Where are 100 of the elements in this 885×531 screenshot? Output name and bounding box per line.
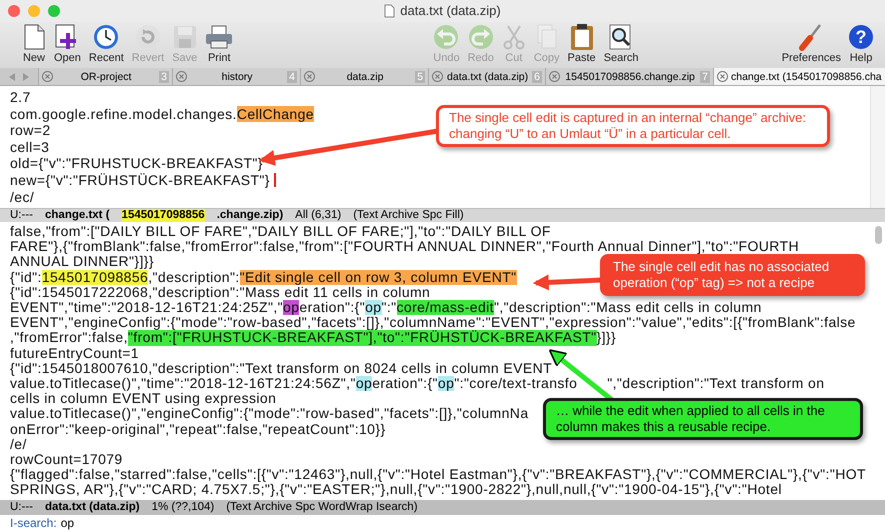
highlighted-text: op <box>438 376 454 392</box>
code-text: {"id":1545018007610,"description":"Text transform on 8024 cells in column EVENT <box>10 360 552 376</box>
highlighted-text: 1545017098856 <box>42 270 148 285</box>
close-icon[interactable] <box>176 71 187 82</box>
code-text: ","description":"Text transform on <box>607 375 824 392</box>
code-text: {"id":1545017222068,"description":"Mass edit 11 cells in column <box>10 284 430 300</box>
close-icon[interactable] <box>304 71 315 82</box>
tab-label[interactable]: OR-project <box>56 70 156 82</box>
highlighted-text: op <box>356 376 372 392</box>
highlighted-text: op <box>365 300 382 316</box>
code-text: /ec/ <box>10 188 34 205</box>
toolbar-button[interactable]: Open <box>50 22 85 64</box>
scrollbar-thumb[interactable] <box>875 226 882 244</box>
tab-number: 7 <box>700 70 710 82</box>
isearch-input[interactable]: op <box>60 515 74 531</box>
close-icon[interactable] <box>42 71 53 82</box>
scrollbar-track[interactable] <box>870 86 885 208</box>
code-text: ,"fromError":false, <box>10 329 128 346</box>
help-icon: ? <box>849 25 873 49</box>
tab-number: 5 <box>415 70 425 82</box>
toolbar-button[interactable]: Search <box>600 22 643 64</box>
tab-label[interactable]: 1545017098856.change.zip <box>563 70 698 82</box>
code-text: 2.7 <box>10 89 31 105</box>
code-text: com.google.refine.model.changes. <box>10 106 237 122</box>
tab-label[interactable]: data.txt (data.zip) <box>446 70 530 82</box>
code-text: ":"core/text-transfo <box>454 375 578 392</box>
code-text: eration":{" <box>372 375 438 392</box>
toolbar-button[interactable]: New <box>18 22 50 64</box>
tab[interactable]: data.zip 5 <box>300 68 428 85</box>
toolbar-button[interactable]: ? Help <box>845 22 877 64</box>
mode-line-text: change.txt ( <box>45 209 110 222</box>
close-icon[interactable] <box>717 71 728 82</box>
code-text: ,"description": <box>148 268 240 285</box>
mode-line-text: U:--- <box>10 209 33 222</box>
highlighted-text: op <box>283 300 300 316</box>
code-text: onError":"keep-original","repeat":false,"repeatCount":10}} <box>10 420 386 437</box>
code-text: ":" <box>382 299 397 316</box>
code-text: old={"v":"FRUHSTUCK-BREAKFAST"} <box>10 155 263 172</box>
tab[interactable]: OR-project 3 <box>38 68 172 85</box>
tab[interactable]: data.txt (data.zip) 6 <box>428 68 545 85</box>
mode-line-text: 1545017098856 <box>122 209 205 222</box>
highlighted-text: core/mass-edit <box>396 300 494 316</box>
clock-icon <box>93 24 120 50</box>
code-text: EVENT","time":"2018-12-16T21:24:25Z"," <box>10 299 284 316</box>
tab[interactable]: change.txt (1545017098856.cha <box>713 68 885 85</box>
mode-line-text: All (6,31) <box>295 209 342 222</box>
code-text: value.toTitlecase()","engineConfig":{"mode":"row-based","facets":[]},"columnNa <box>10 405 528 422</box>
code-text: FARE"},{"fromBlank":false,"fromError":false,"from":["FOURTH ANNUAL DINNER","Fourth Annual Dinner"],"to":"FOURTH <box>10 238 800 254</box>
mode-line-text: U:--- <box>10 501 33 515</box>
document-icon <box>384 4 396 18</box>
highlighted-text: "from":["FRUHSTUCK-BREAKFAST"],"to":"FRÜHSTÜCK-BREAKFAST" <box>128 330 597 346</box>
code-text: new={"v":"FRÜHSTÜCK-BREAKFAST"} <box>10 172 270 188</box>
mode-line-text: (Text Archive Spc WordWrap Isearch) <box>226 501 418 515</box>
toolbar-button[interactable]: Recent <box>84 22 128 64</box>
clipboard-icon <box>568 23 595 51</box>
code-text: SPRINGS, AR"},{"v":"CARD; 4.75X7.5;"},{"v":"EASTER;"},null,{"v":"1900-2822"},null,null,{"v":"1900-04-15"},{"v":"Hotel <box>10 481 782 498</box>
close-button[interactable] <box>8 5 20 17</box>
tab-label[interactable]: data.zip <box>318 70 412 82</box>
tab[interactable]: history 4 <box>172 68 300 85</box>
code-text: futureEntryCount=1 <box>10 344 139 361</box>
tab-number: 4 <box>287 70 297 82</box>
blank-page-icon <box>23 24 45 50</box>
callout-note: … while the edit when applied to all cells in the column makes this a reusable recipe. <box>543 398 863 440</box>
mode-line-text: .change.zip) <box>216 209 284 222</box>
code-text: value.toTitlecase()","time":"2018-12-16T21:24:56Z"," <box>10 375 356 392</box>
tab[interactable]: 1545017098856.change.zip 7 <box>545 68 713 85</box>
mode-line-text: data.txt (data.zip) <box>45 501 140 515</box>
highlighted-text: CellChange <box>236 106 314 122</box>
code-text: cell=3 <box>10 138 50 155</box>
close-icon[interactable] <box>432 71 443 82</box>
code-text: EVENT","engineConfig":{"mode":"row-based","facets":[]},"columnName":"EVENT","expression":"value","edits":[{"fromBlank":false <box>10 314 856 330</box>
code-text: {"id": <box>10 268 42 285</box>
toolbar-button[interactable]: Paste <box>564 22 600 64</box>
zoom-button[interactable] <box>48 5 60 17</box>
toolbar-button[interactable]: Print <box>201 22 238 64</box>
tab-scroll-arrows-icon[interactable] <box>8 72 30 80</box>
callout-note: The single cell edit has no associated operation (“op” tag) => not a recipe <box>600 254 865 296</box>
code-text: /e/ <box>10 436 27 452</box>
code-text: false,"from":["DAILY BILL OF FARE","DAILY BILL OF FARE;"],"to":"DAILY BILL OF <box>10 223 551 239</box>
code-text: ANNUAL DINNER"}]}} <box>10 253 154 270</box>
close-icon[interactable] <box>549 71 560 82</box>
callout-note: The single cell edit is captured in an internal “change” archive: changing “U” to an Umlaut “Ü” in a particular cell. <box>436 105 830 147</box>
code-text: {"flagged":false,"starred":false,"cells":[{"v":"12463"},null,{"v":"Hotel Eastman"},{"v":"BREAKFAST"},{"v":"COMMERCIAL"},{"v":"HOT <box>10 466 866 482</box>
highlighted-text: "Edit single cell on row 3, column EVENT" <box>240 270 517 285</box>
mode-line-text: 1% (??,104) <box>152 501 214 515</box>
scissors-icon <box>502 24 526 50</box>
tab-number: 6 <box>532 70 542 82</box>
tab-label[interactable]: change.txt (1545017098856.cha <box>731 70 882 82</box>
code-text: ","description":"Mass edit cells in column <box>494 299 762 316</box>
code-text: row=2 <box>10 122 51 138</box>
isearch-prompt: I-search: <box>10 515 57 531</box>
code-text: rowCount=17079 <box>10 451 123 468</box>
code-text: cells in column EVENT using expression <box>10 390 276 406</box>
tab-number: 3 <box>159 70 169 82</box>
mode-line-text: (Text Archive Spc Fill) <box>353 209 464 222</box>
pages-icon <box>536 24 558 50</box>
toolbar-button[interactable]: Preferences <box>778 22 845 64</box>
window-title: data.txt (data.zip) <box>400 3 501 18</box>
printer-icon <box>205 25 234 49</box>
tab-label[interactable]: history <box>190 70 284 82</box>
